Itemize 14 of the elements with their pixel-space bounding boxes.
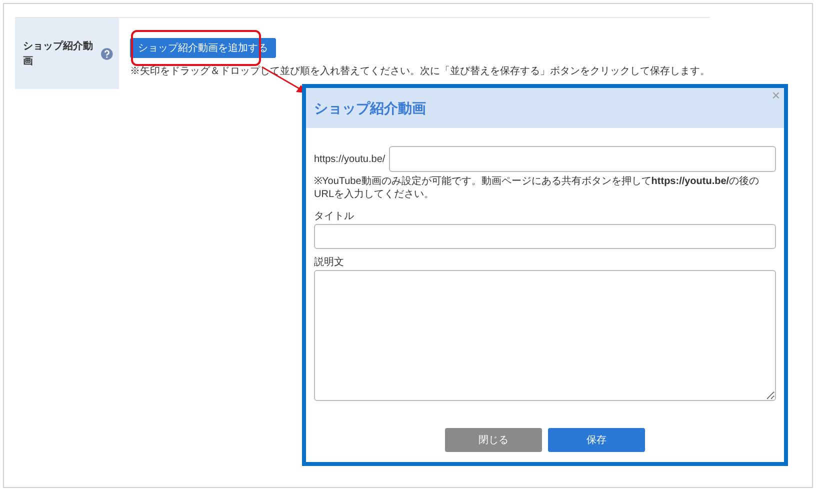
title-input[interactable] — [314, 224, 776, 249]
modal-title: ショップ紹介動画 — [314, 98, 426, 118]
instruction-text: ※矢印をドラッグ＆ドロップして並び順を入れ替えてください。次に「並び替えを保存する」ボタンをクリックして保存します。 — [130, 64, 710, 79]
close-button[interactable]: × — [772, 88, 780, 102]
url-input[interactable] — [389, 146, 776, 172]
url-prefix-label: https://youtu.be/ — [314, 152, 386, 166]
field-label: ショップ紹介動画 — [23, 39, 94, 68]
title-label: タイトル — [314, 210, 355, 224]
url-help-text: ※YouTube動画のみ設定が可能です。動画ページにある共有ボタンを押してhttps://youtu.be/の後のURLを入力してください。 — [314, 175, 760, 201]
dialog-button[interactable]: 閉じる — [445, 428, 542, 452]
help-icon — [101, 48, 113, 60]
dialog-button[interactable]: 保存 — [548, 428, 645, 452]
description-label: 説明文 — [314, 256, 345, 270]
description-textarea[interactable] — [314, 270, 776, 401]
